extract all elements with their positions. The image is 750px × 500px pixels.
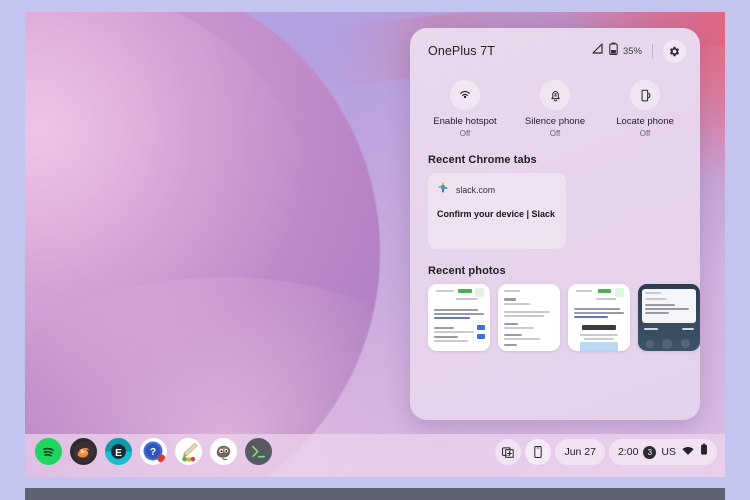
shelf-app-terminal[interactable]	[245, 438, 272, 465]
quick-action-state: Off	[549, 129, 561, 139]
notification-count-badge: 3	[643, 445, 657, 459]
photo-thumbnail-1[interactable]	[428, 284, 490, 352]
photo-thumbnail-4[interactable]	[638, 284, 700, 352]
chrome-tab-title: Confirm your device | Slack	[437, 209, 556, 220]
phone-icon[interactable]	[525, 439, 552, 465]
locate-phone-icon	[630, 80, 660, 110]
chrome-tab-url: slack.com	[456, 185, 496, 196]
battery-percent-label: 35%	[622, 45, 642, 57]
bottom-frame-bar	[25, 488, 725, 500]
quick-action-silence-phone[interactable]: Silence phone Off	[510, 80, 600, 138]
quick-action-label: Enable hotspot	[433, 116, 497, 127]
chrome-tab-card[interactable]: slack.com Confirm your device | Slack	[428, 173, 566, 250]
desktop-wallpaper: OnePlus 7T 35% Enable hotspot Off Silenc…	[25, 12, 725, 477]
quick-action-state: Off	[459, 129, 471, 139]
hotspot-icon	[450, 80, 480, 110]
shelf: E ? Jun 27 2:00 3 US	[25, 434, 725, 477]
bell-silence-icon	[540, 80, 570, 110]
phone-name-label: OnePlus 7T	[428, 44, 496, 58]
date-tray-button[interactable]: Jun 27	[555, 439, 605, 465]
phone-hub-header: OnePlus 7T 35%	[410, 28, 700, 74]
time-label: 2:00	[617, 446, 639, 458]
status-tray-button[interactable]: 2:00 3 US	[608, 439, 717, 465]
signal-triangle-icon	[591, 42, 604, 60]
phone-hub-panel[interactable]: OnePlus 7T 35% Enable hotspot Off Silenc…	[410, 28, 700, 420]
chrome-tab-header: slack.com	[437, 181, 557, 199]
quick-action-state: Off	[639, 129, 651, 139]
slack-icon	[437, 181, 450, 199]
shelf-app-firefox-nightly[interactable]	[70, 438, 97, 465]
date-label: Jun 27	[564, 446, 596, 458]
phone-status-group: 35%	[591, 39, 686, 63]
svg-text:E: E	[115, 448, 122, 459]
shelf-app-gimp[interactable]	[210, 438, 237, 465]
shelf-app-everdo[interactable]: E	[105, 438, 132, 465]
shelf-app-spotify[interactable]	[35, 438, 62, 465]
svg-text:?: ?	[149, 447, 155, 458]
gear-icon[interactable]	[663, 39, 686, 63]
quick-actions-row: Enable hotspot Off Silence phone Off Loc…	[410, 74, 700, 138]
quick-action-label: Locate phone	[616, 116, 674, 127]
recent-chrome-tabs-heading: Recent Chrome tabs	[428, 154, 537, 167]
photo-thumbnail-2[interactable]	[498, 284, 560, 352]
quick-action-locate-phone[interactable]: Locate phone Off	[600, 80, 690, 138]
battery-icon	[700, 443, 708, 461]
wifi-icon	[681, 443, 695, 461]
system-tray: Jun 27 2:00 3 US	[495, 439, 717, 465]
recent-photos-heading: Recent photos	[428, 265, 506, 278]
quick-action-enable-hotspot[interactable]: Enable hotspot Off	[420, 80, 510, 138]
recent-photos-row	[410, 284, 700, 352]
shelf-app-list: E ?	[35, 438, 272, 465]
quick-action-label: Silence phone	[524, 116, 586, 127]
header-divider	[652, 43, 653, 59]
photo-thumbnail-3[interactable]	[568, 284, 630, 352]
locale-label: US	[661, 446, 676, 458]
battery-icon	[609, 42, 618, 61]
screen-capture-icon[interactable]	[495, 439, 522, 465]
shelf-app-paint[interactable]	[175, 438, 202, 465]
shelf-app-help[interactable]: ?	[140, 438, 167, 465]
